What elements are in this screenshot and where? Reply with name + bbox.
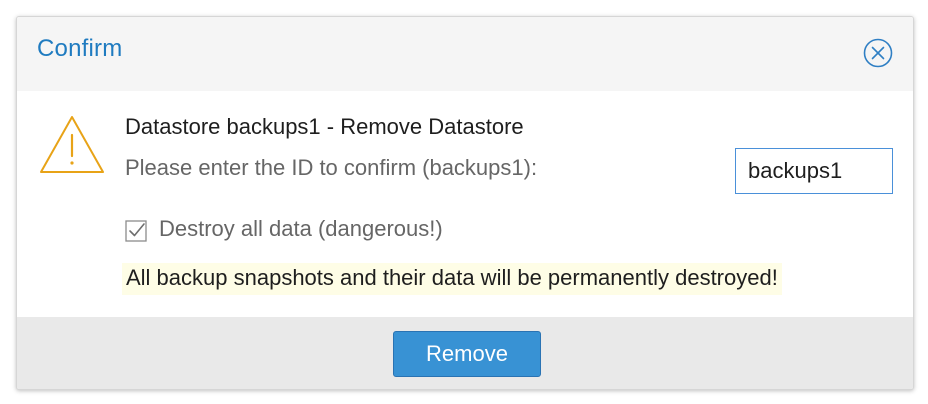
confirm-dialog: Confirm Datastore backups1 - Remove Data… <box>16 16 914 390</box>
dialog-heading: Datastore backups1 - Remove Datastore <box>125 114 524 139</box>
destroy-data-checkbox-row[interactable]: Destroy all data (dangerous!) <box>125 213 443 245</box>
confirm-prompt: Please enter the ID to confirm (backups1… <box>125 155 538 180</box>
remove-button[interactable]: Remove <box>393 331 541 377</box>
dialog-body: Datastore backups1 - Remove Datastore Pl… <box>17 91 913 317</box>
dialog-title: Confirm <box>37 35 123 62</box>
close-circle-icon <box>863 38 893 68</box>
dialog-footer: Remove <box>17 317 913 389</box>
warning-triangle-icon <box>40 116 104 173</box>
close-button[interactable] <box>863 38 893 68</box>
danger-warning-message: All backup snapshots and their data will… <box>122 263 782 295</box>
checkbox-checked-icon[interactable] <box>125 220 147 242</box>
destroy-data-label: Destroy all data (dangerous!) <box>159 216 443 241</box>
datastore-id-input[interactable] <box>735 148 893 194</box>
dialog-header: Confirm <box>17 17 913 91</box>
